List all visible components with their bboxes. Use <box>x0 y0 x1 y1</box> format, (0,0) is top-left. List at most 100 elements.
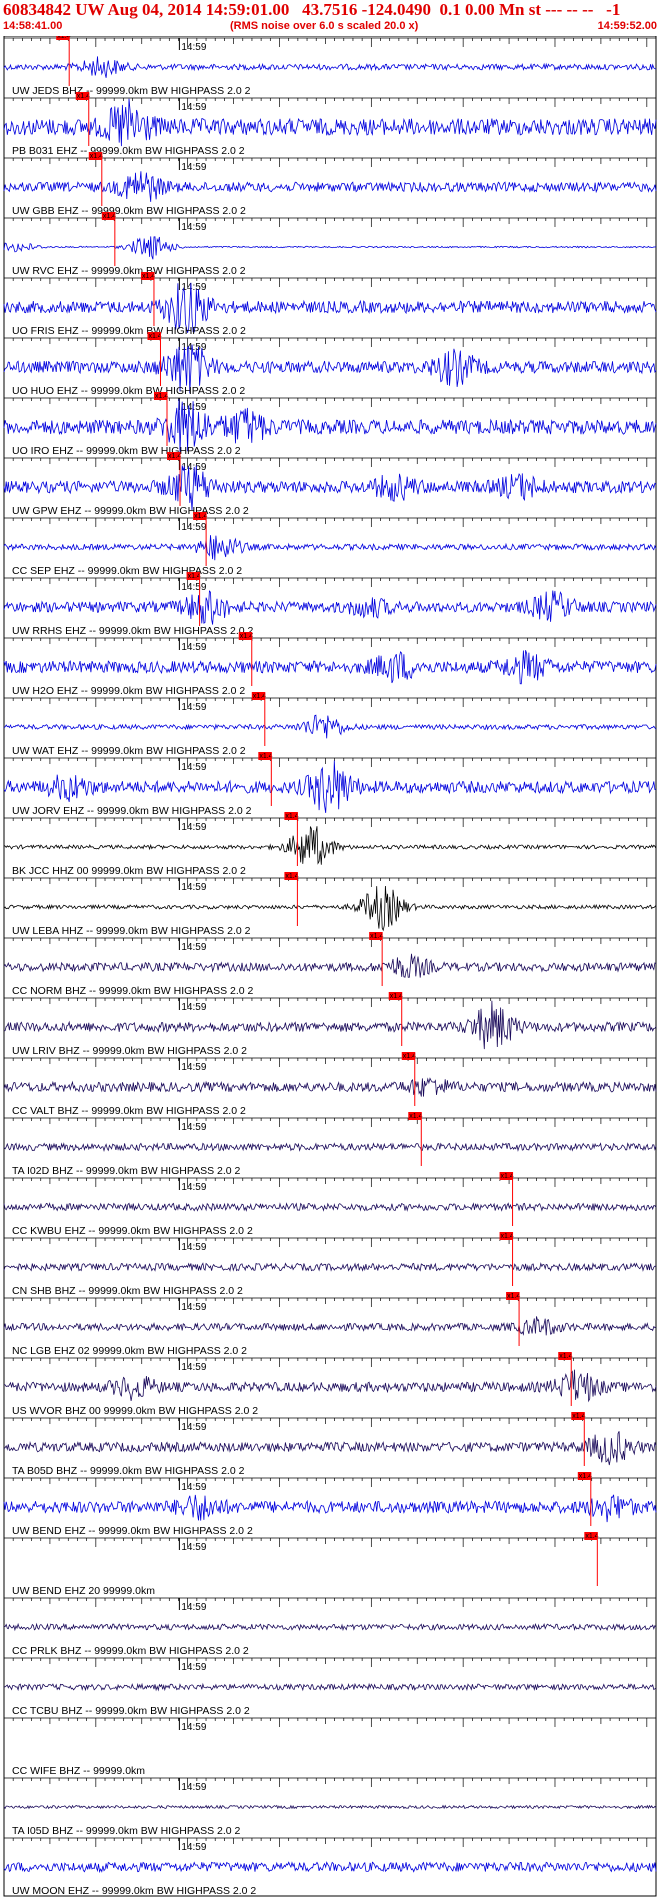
waveform <box>3 1804 657 1810</box>
trace-row: 14:59 TA B05D BHZ -- 99999.0km BW HIGHPAS… <box>3 1412 657 1477</box>
pick-label: x1.4 <box>148 333 161 340</box>
pick-label: x1.4 <box>155 393 168 400</box>
station-label: UW WAT EHZ -- 99999.0km BW HIGHPASS 2.0 … <box>12 745 246 757</box>
minute-label: 14:59 <box>181 42 206 53</box>
minute-label: 14:59 <box>181 1662 206 1673</box>
trace-row: 14:59 US WVOR BHZ 00 99999.0km BW HIGHPAS… <box>3 1352 657 1417</box>
minute-label: 14:59 <box>181 402 206 413</box>
station-label: UW H2O EHZ -- 99999.0km BW HIGHPASS 2.0 … <box>12 685 245 697</box>
minute-label: 14:59 <box>181 1302 206 1313</box>
station-label: CC SEP EHZ -- 99999.0km BW HIGHPASS 2.0 … <box>12 565 242 577</box>
minute-label: 14:59 <box>181 1722 206 1733</box>
station-label: UW MOON EHZ -- 99999.0km BW HIGHPASS 2.0… <box>12 1885 256 1897</box>
minute-label: 14:59 <box>181 342 206 353</box>
trace-row: 14:59 NC LGB EHZ 02 99999.0km BW HIGHPASS… <box>3 1292 657 1357</box>
pick-label: x1.4 <box>103 213 116 220</box>
waveform <box>3 953 657 978</box>
minute-label: 14:59 <box>181 1482 206 1493</box>
station-label: PB B031 EHZ -- 99999.0km BW HIGHPASS 2.0… <box>12 145 245 157</box>
station-label: UW GBB EHZ -- 99999.0km BW HIGHPASS 2.0 … <box>12 205 246 217</box>
station-label: CC NORM BHZ -- 99999.0km BW HIGHPASS 2.0… <box>12 985 254 997</box>
minute-label: 14:59 <box>181 222 206 233</box>
station-label: TA I05D BHZ -- 99999.0km BW HIGHPASS 2.0… <box>12 1825 241 1837</box>
pick-label: x1.4 <box>168 453 181 460</box>
station-label: UO FRIS EHZ -- 99999.0km BW HIGHPASS 2.0… <box>12 325 246 337</box>
waveform <box>3 1316 657 1336</box>
minute-label: 14:59 <box>181 102 206 113</box>
pick-label: x1.4 <box>253 693 266 700</box>
waveform <box>3 98 657 147</box>
station-label: UW GPW EHZ -- 99999.0km BW HIGHPASS 2.0 … <box>12 505 249 517</box>
waveform <box>3 1202 657 1212</box>
minute-label: 14:59 <box>181 942 206 953</box>
station-label: UW JEDS BHZ -- 99999.0km BW HIGHPASS 2.0… <box>12 85 251 97</box>
station-label: CC PRLK BHZ -- 99999.0km BW HIGHPASS 2.0… <box>12 1645 249 1657</box>
waveform <box>3 885 657 932</box>
minute-label: 14:59 <box>181 582 206 593</box>
pick-label: x1.4 <box>501 1173 514 1180</box>
station-label: BK JCC HHZ 00 99999.0km BW HIGHPASS 2.0 … <box>12 865 246 877</box>
trace-row: 14:59 UW BEND EHZ 20 99999.0km x1.4 <box>3 1532 657 1597</box>
trace-row: 14:59 UO FRIS EHZ -- 99999.0km BW HIGHPAS… <box>3 272 657 337</box>
trace-row: 14:59 TA I05D BHZ -- 99999.0km BW HIGHPAS… <box>3 1777 657 1837</box>
trace-row: 14:59 CC WIFE BHZ -- 99999.0km <box>3 1717 657 1777</box>
trace-row: 14:59 UW JORV EHZ -- 99999.0km BW HIGHPAS… <box>3 752 657 817</box>
pick-label: x1.4 <box>579 1473 592 1480</box>
waveform <box>3 1431 657 1466</box>
waveform <box>3 1369 657 1403</box>
station-label: US WVOR BHZ 00 99999.0km BW HIGHPASS 2.0… <box>12 1405 258 1417</box>
start-time: 14:58:41.00 <box>3 20 63 32</box>
end-time: 14:59:52.00 <box>597 20 657 32</box>
minute-label: 14:59 <box>181 1182 206 1193</box>
station-label: TA I02D BHZ -- 99999.0km BW HIGHPASS 2.0… <box>12 1165 241 1177</box>
station-label: CC VALT BHZ -- 99999.0km BW HIGHPASS 2.0… <box>12 1105 246 1117</box>
minute-label: 14:59 <box>181 282 206 293</box>
station-label: UO HUO EHZ -- 99999.0km BW HIGHPASS 2.0 … <box>12 385 245 397</box>
station-label: UW BEND EHZ 20 99999.0km <box>12 1585 155 1597</box>
minute-label: 14:59 <box>181 1242 206 1253</box>
plot-header: 60834842 UW Aug 04, 2014 14:59:01.00 43.… <box>0 0 660 36</box>
pick-label: x1.4 <box>585 1533 598 1540</box>
station-label: CC WIFE BHZ -- 99999.0km <box>12 1765 145 1777</box>
waveform <box>3 1861 657 1874</box>
trace-row: 14:59 UW H2O EHZ -- 99999.0km BW HIGHPASS… <box>3 632 657 697</box>
pick-label: x1.4 <box>559 1353 572 1360</box>
scaling-note: (RMS noise over 6.0 s scaled 20.0 x) <box>230 20 419 32</box>
trace-row: 14:59 UW BEND EHZ -- 99999.0km BW HIGHPAS… <box>3 1472 657 1537</box>
trace-row: 14:59 PB B031 EHZ -- 99999.0km BW HIGHPAS… <box>3 92 657 157</box>
trace-row: 14:59 UW LEBA HHZ -- 99999.0km BW HIGHPAS… <box>3 872 657 937</box>
minute-label: 14:59 <box>181 762 206 773</box>
station-label: TA B05D BHZ -- 99999.0km BW HIGHPASS 2.0… <box>12 1465 245 1477</box>
waveform <box>3 465 657 511</box>
waveform <box>3 1000 657 1050</box>
station-label: CC KWBU EHZ -- 99999.0km BW HIGHPASS 2.0… <box>12 1225 253 1237</box>
minute-label: 14:59 <box>181 162 206 173</box>
waveform <box>3 650 657 685</box>
minute-label: 14:59 <box>181 642 206 653</box>
pick-label: x1.4 <box>572 1413 585 1420</box>
station-label: UW BEND EHZ -- 99999.0km BW HIGHPASS 2.0… <box>12 1525 253 1537</box>
waveform <box>3 590 657 625</box>
minute-label: 14:59 <box>181 1602 206 1613</box>
station-label: UW RVC EHZ -- 99999.0km BW HIGHPASS 2.0 … <box>12 265 246 277</box>
trace-row: 14:59 UW GBB EHZ -- 99999.0km BW HIGHPASS… <box>3 152 657 217</box>
pick-label: x1.4 <box>240 633 253 640</box>
station-label: UW JORV EHZ -- 99999.0km BW HIGHPASS 2.0… <box>12 805 252 817</box>
pick-label: x1.4 <box>409 1113 422 1120</box>
trace-row: 14:59UW GPW EHZ -- 99999.0km BW HIGHPASS… <box>3 452 657 517</box>
trace-row: 14:59 UO HUO EHZ -- 99999.0km BW HIGHPASS… <box>3 332 657 397</box>
waveform <box>3 1262 657 1272</box>
seismogram-panel: 14:59 UW JEDS BHZ -- 99999.0km BW HIGHPAS… <box>3 36 657 1897</box>
minute-label: 14:59 <box>181 1122 206 1133</box>
waveform <box>3 236 657 260</box>
pick-label: x1.4 <box>501 1233 514 1240</box>
trace-row: 14:59 UW MOON EHZ -- 99999.0km BW HIGHPAS… <box>3 1837 657 1897</box>
trace-row: 14:59 CC PRLK BHZ -- 99999.0km BW HIGHPAS… <box>3 1597 657 1657</box>
pick-label: x1.4 <box>285 813 298 820</box>
trace-row: 14:59 CC VALT BHZ -- 99999.0km BW HIGHPAS… <box>3 1052 657 1117</box>
station-label: NC LGB EHZ 02 99999.0km BW HIGHPASS 2.0 … <box>12 1345 247 1357</box>
minute-label: 14:59 <box>181 1062 206 1073</box>
pick-label: x1.4 <box>259 753 272 760</box>
station-label: UW LRIV BHZ -- 99999.0km BW HIGHPASS 2.0… <box>12 1045 247 1057</box>
minute-label: 14:59 <box>181 1782 206 1793</box>
